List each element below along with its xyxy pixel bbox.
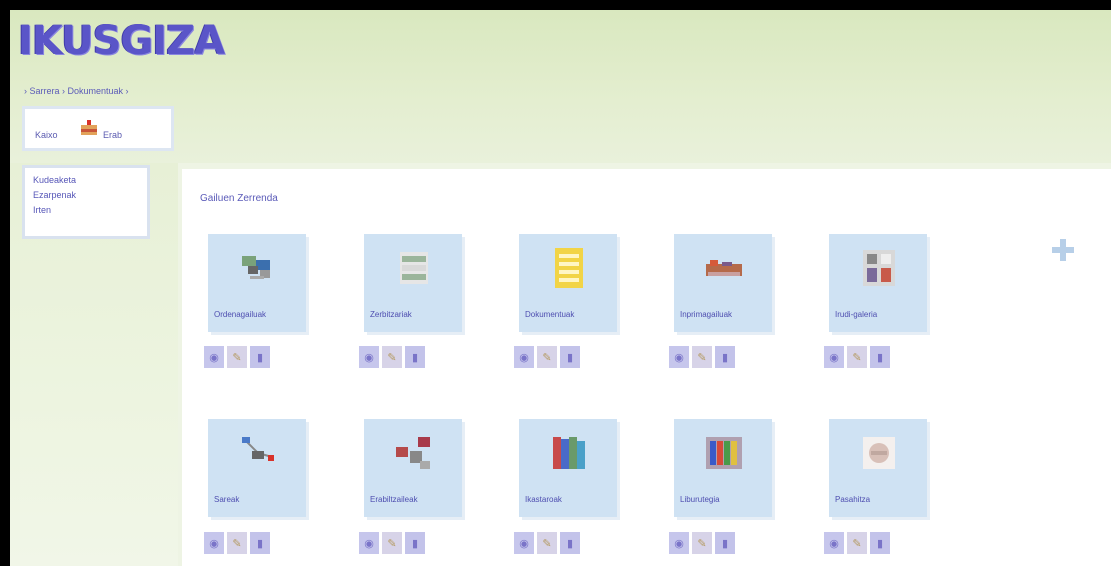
window-frame-left (0, 0, 10, 566)
delete-icon[interactable]: ▮ (250, 532, 270, 554)
server-rack-icon (400, 252, 428, 284)
window-frame-top (0, 0, 1111, 10)
tile-actions: ◉ ✎ ▮ (359, 346, 429, 368)
tile-actions: ◉ ✎ ▮ (669, 532, 739, 554)
view-icon[interactable]: ◉ (204, 346, 224, 368)
tile-label: Liburutegia (680, 495, 720, 504)
tile-pasahitza[interactable]: Pasahitza (829, 419, 927, 517)
network-diagram-icon (242, 437, 274, 461)
tile-actions: ◉ ✎ ▮ (359, 532, 429, 554)
tile-label: Irudi-galeria (835, 310, 878, 319)
tile-zerbitzariak[interactable]: Zerbitzariak (364, 234, 462, 332)
tile-label: Zerbitzariak (370, 310, 412, 319)
tile-inprimagailuak[interactable]: Inprimagailuak (674, 234, 772, 332)
edit-icon[interactable]: ✎ (692, 532, 712, 554)
delete-icon[interactable]: ▮ (560, 532, 580, 554)
tile-label: Sareak (214, 495, 240, 504)
tile-label: Pasahitza (835, 495, 871, 504)
breadcrumb-text[interactable]: › Sarrera › Dokumentuak › (24, 86, 129, 96)
delete-icon[interactable]: ▮ (405, 346, 425, 368)
tile-label: Dokumentuak (525, 310, 575, 319)
add-plus-icon[interactable] (1052, 239, 1074, 261)
view-icon[interactable]: ◉ (204, 532, 224, 554)
document-icon (555, 248, 583, 288)
tile-actions: ◉ ✎ ▮ (514, 346, 584, 368)
view-icon[interactable]: ◉ (359, 532, 379, 554)
edit-icon[interactable]: ✎ (382, 532, 402, 554)
main-content: Gailuen Zerrenda Ordenagailuak Zerbitzar… (178, 163, 1111, 566)
edit-icon[interactable]: ✎ (227, 346, 247, 368)
tile-ikastaroak[interactable]: Ikastaroak (519, 419, 617, 517)
view-icon[interactable]: ◉ (824, 532, 844, 554)
view-icon[interactable]: ◉ (669, 346, 689, 368)
delete-icon[interactable]: ▮ (250, 346, 270, 368)
delete-icon[interactable]: ▮ (560, 346, 580, 368)
delete-icon[interactable]: ▮ (715, 346, 735, 368)
tile-actions: ◉ ✎ ▮ (669, 346, 739, 368)
user-group-icon (396, 437, 430, 469)
tile-label: Ordenagailuak (214, 310, 267, 319)
user-name[interactable]: Erab (103, 130, 122, 140)
delete-icon[interactable]: ▮ (715, 532, 735, 554)
view-icon[interactable]: ◉ (824, 346, 844, 368)
tile-dokumentuak[interactable]: Dokumentuak (519, 234, 617, 332)
network-computers-icon (242, 256, 270, 279)
view-icon[interactable]: ◉ (514, 346, 534, 368)
view-icon[interactable]: ◉ (514, 532, 534, 554)
tile-label: Ikastaroak (525, 495, 562, 504)
photo-gallery-icon (863, 250, 895, 286)
tile-liburutegia[interactable]: Liburutegia (674, 419, 772, 517)
printer-icon (706, 260, 742, 276)
sidebar-item-kudeaketa[interactable]: Kudeaketa (33, 173, 147, 188)
edit-icon[interactable]: ✎ (537, 532, 557, 554)
tile-actions: ◉ ✎ ▮ (824, 346, 894, 368)
tile-label: Erabiltzaileak (370, 495, 418, 504)
user-panel: Kaixo Erab (22, 106, 174, 151)
delete-icon[interactable]: ▮ (405, 532, 425, 554)
delete-icon[interactable]: ▮ (870, 346, 890, 368)
section-title: Gailuen Zerrenda (200, 193, 278, 204)
edit-icon[interactable]: ✎ (847, 532, 867, 554)
sidebar: Kudeaketa Ezarpenak Irten (10, 163, 178, 566)
bookshelf-icon (706, 437, 742, 469)
page-header: IKUSGIZA › Sarrera › Dokumentuak › Kaixo… (10, 10, 1111, 163)
lock-icon (863, 437, 895, 469)
user-greeting: Kaixo (35, 130, 58, 140)
edit-icon[interactable]: ✎ (382, 346, 402, 368)
delete-icon[interactable]: ▮ (870, 532, 890, 554)
edit-icon[interactable]: ✎ (847, 346, 867, 368)
library-books-icon (553, 437, 585, 469)
tile-actions: ◉ ✎ ▮ (204, 532, 274, 554)
tile-ordenagailuak[interactable]: Ordenagailuak (208, 234, 306, 332)
view-icon[interactable]: ◉ (359, 346, 379, 368)
sidebar-menu: Kudeaketa Ezarpenak Irten (22, 165, 150, 239)
tile-label: Inprimagailuak (680, 310, 733, 319)
tile-erabiltzaileak[interactable]: Erabiltzaileak (364, 419, 462, 517)
sidebar-item-ezarpenak[interactable]: Ezarpenak (33, 188, 147, 203)
edit-icon[interactable]: ✎ (537, 346, 557, 368)
edit-icon[interactable]: ✎ (692, 346, 712, 368)
tile-actions: ◉ ✎ ▮ (204, 346, 274, 368)
tile-actions: ◉ ✎ ▮ (824, 532, 894, 554)
user-avatar-icon (81, 120, 97, 135)
tile-irudi-galeria[interactable]: Irudi-galeria (829, 234, 927, 332)
breadcrumb[interactable]: › Sarrera › Dokumentuak › (24, 86, 129, 96)
edit-icon[interactable]: ✎ (227, 532, 247, 554)
sidebar-item-irten[interactable]: Irten (33, 203, 147, 218)
site-logo[interactable]: IKUSGIZA (18, 16, 225, 66)
tile-sareak[interactable]: Sareak (208, 419, 306, 517)
view-icon[interactable]: ◉ (669, 532, 689, 554)
tile-actions: ◉ ✎ ▮ (514, 532, 584, 554)
